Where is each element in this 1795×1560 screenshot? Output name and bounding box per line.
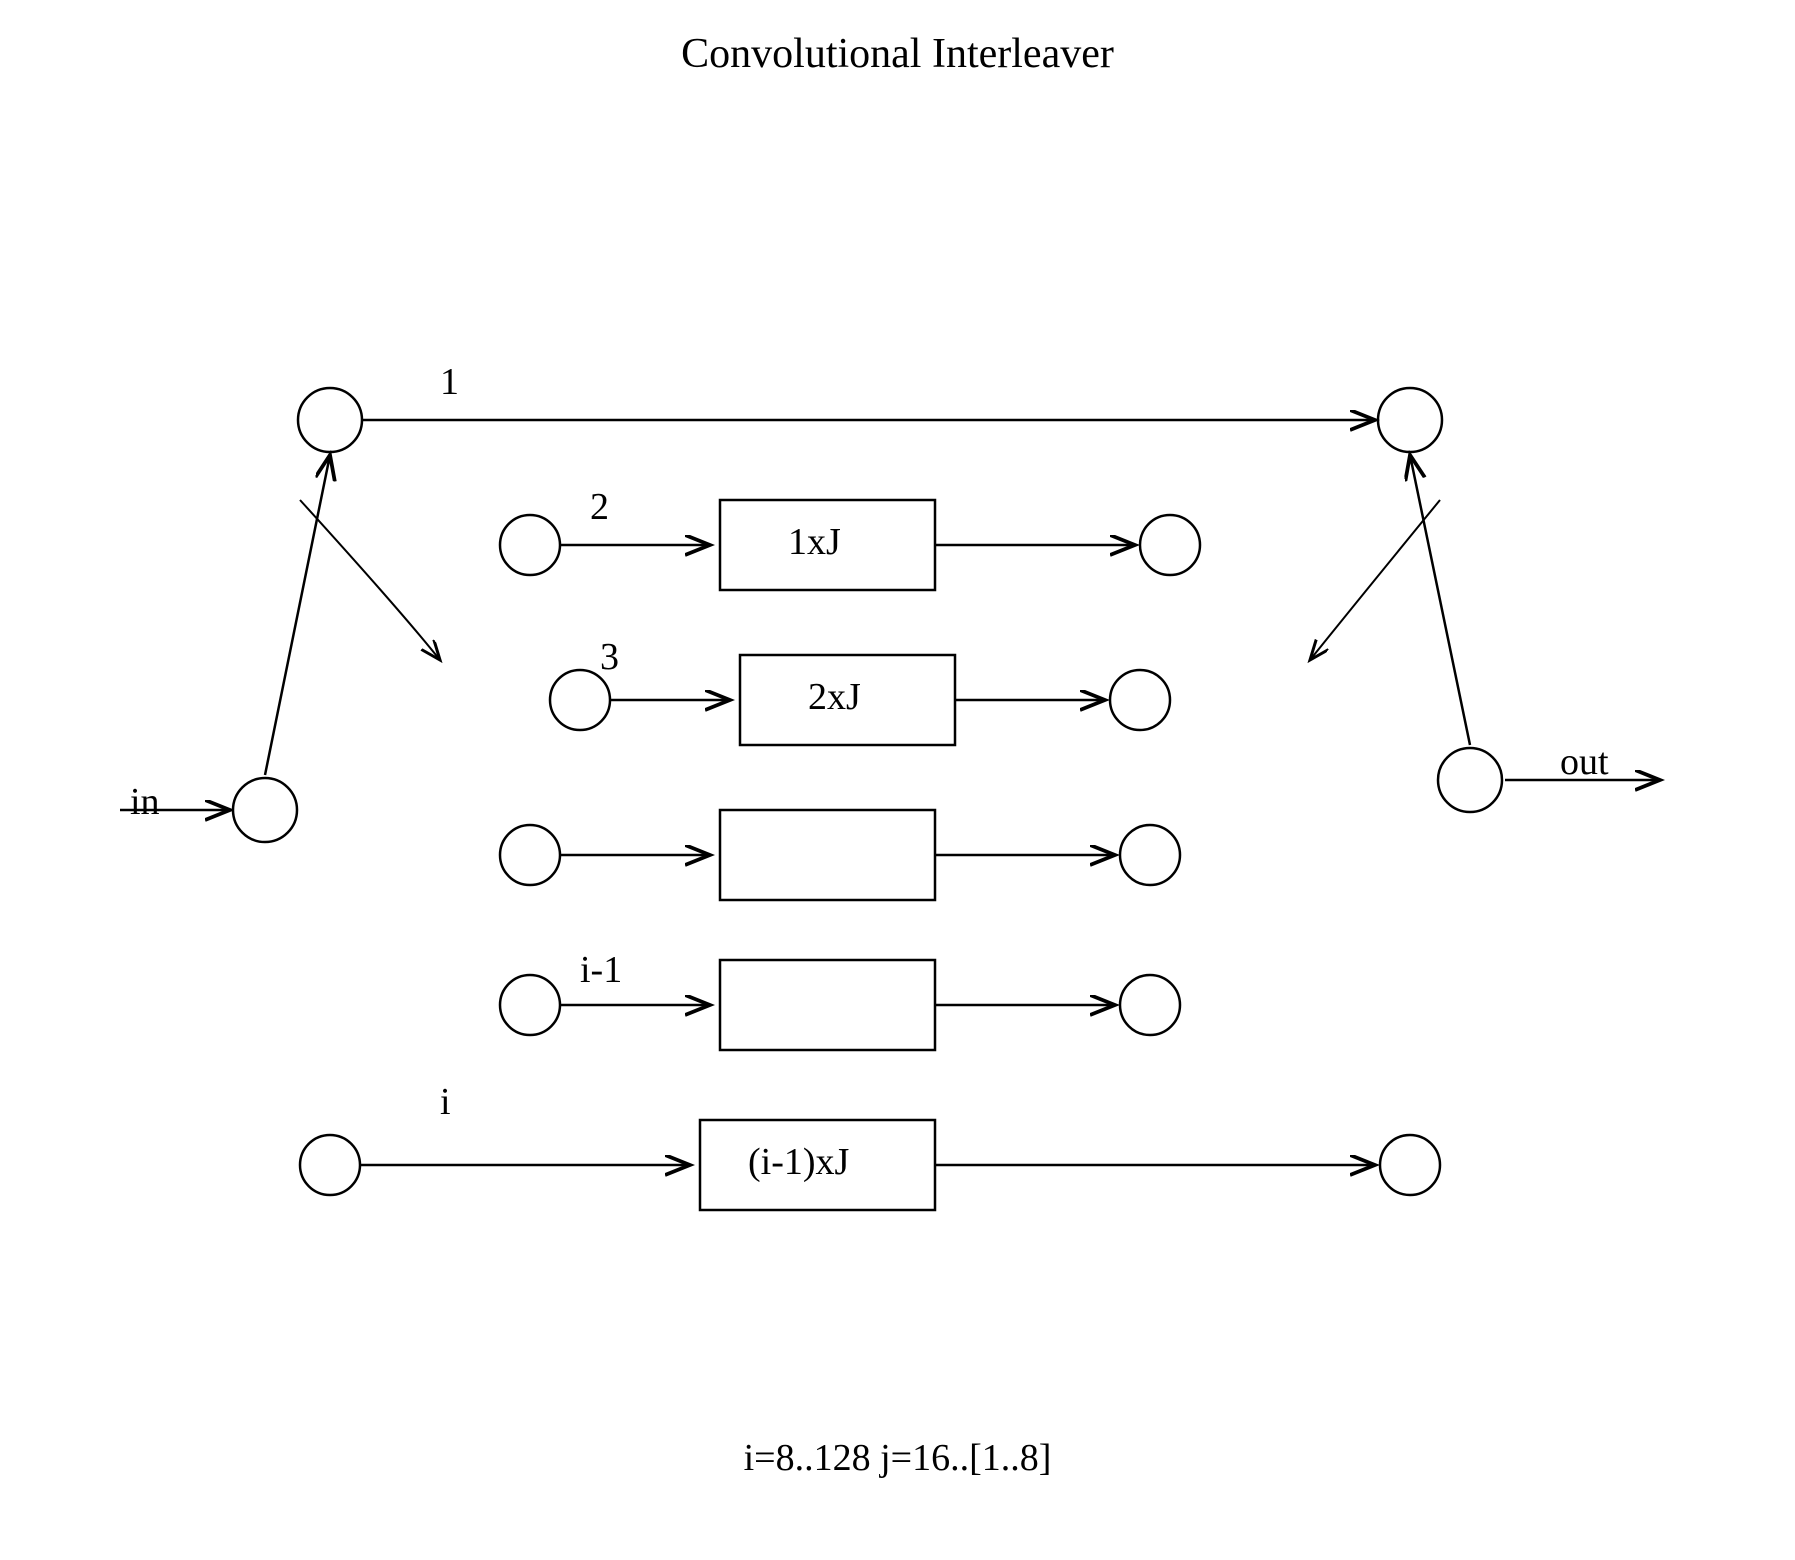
branch-im1-label: i-1 [580,948,622,992]
footer-params: i=8..128 j=16..[1..8] [744,1436,1052,1480]
out-label: out [1560,740,1609,784]
box-1xJ-label: 1xJ [788,520,841,564]
branch4-left-node [500,825,560,885]
branch-3-label: 3 [600,635,619,679]
branch3-left-node [550,670,610,730]
branch-i-right-node [1380,1135,1440,1195]
branch2-right-node [1140,515,1200,575]
branch2-left-node [500,515,560,575]
branch3-right-node [1110,670,1170,730]
diagram-title: Convolutional Interleaver [681,30,1114,78]
box-im1xJ-label: (i-1)xJ [748,1140,849,1184]
branch-2-label: 2 [590,485,609,529]
input-commutator-top [298,388,362,452]
output-commutator-top [1378,388,1442,452]
diagram-svg [100,320,1700,1420]
box-2xJ-label: 2xJ [808,675,861,719]
delay-box-blank1 [720,810,935,900]
branch-1-label: 1 [440,360,459,404]
in-label: in [130,780,160,824]
branch-im1-left-node [500,975,560,1035]
delay-box-blank2 [720,960,935,1050]
branch-im1-right-node [1120,975,1180,1035]
input-commutator-center [233,778,297,842]
branch-i-label: i [440,1080,451,1124]
branch-i-left-node [300,1135,360,1195]
output-commutator-center [1438,748,1502,812]
interleaver-diagram: in out 1 2 3 i-1 i 1xJ 2xJ (i-1)xJ [100,320,1700,1420]
branch4-right-node [1120,825,1180,885]
